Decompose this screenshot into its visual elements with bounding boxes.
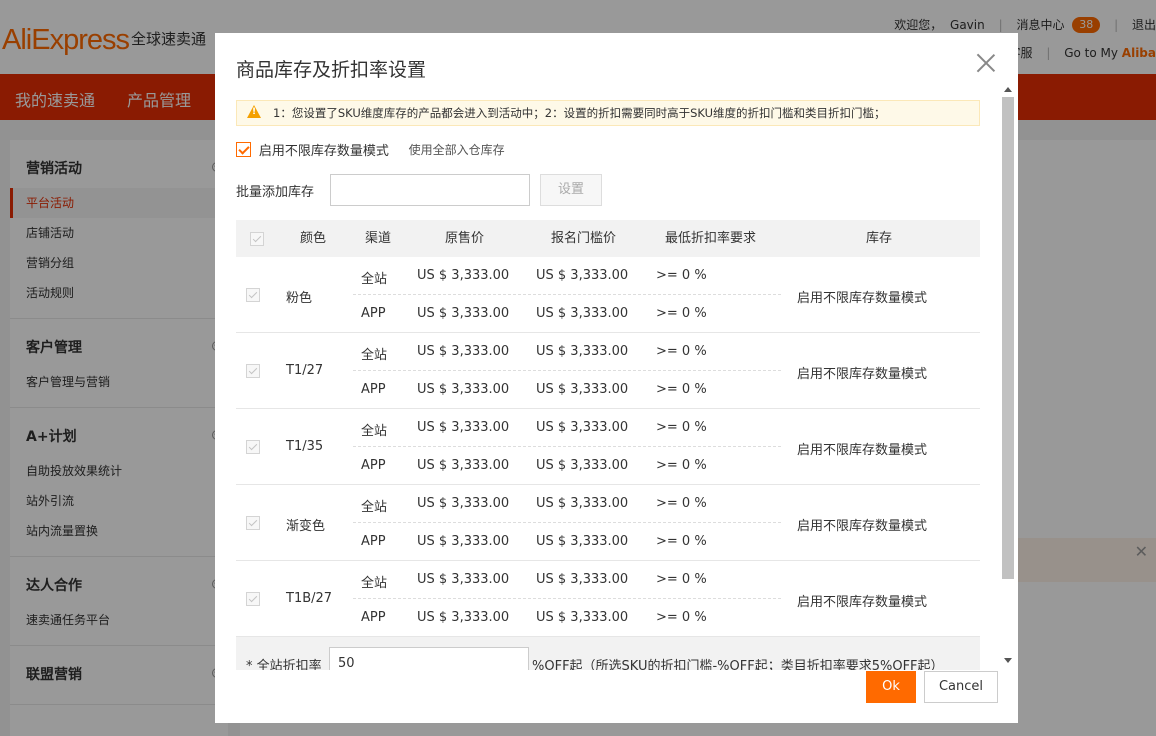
- close-icon[interactable]: [976, 53, 996, 73]
- min-discount: >= 0 %: [656, 306, 707, 321]
- table-row: T1/27 全站 US $ 3,333.00 US $ 3,333.00 >= …: [236, 333, 980, 409]
- site-discount-input[interactable]: 50: [329, 647, 529, 670]
- channel-name: 全站: [361, 272, 388, 287]
- unlimited-stock-label[interactable]: 启用不限库存数量模式: [259, 140, 389, 159]
- sku-color: 渐变色: [286, 519, 326, 534]
- stock-mode: 启用不限库存数量模式: [797, 291, 928, 306]
- table-header: 颜色 渠道 原售价 报名门槛价 最低折扣率要求 库存: [236, 220, 980, 257]
- min-discount: >= 0 %: [656, 268, 707, 283]
- table-row: 粉色 全站 US $ 3,333.00 US $ 3,333.00 >= 0 %…: [236, 257, 980, 333]
- threshold-price: US $ 3,333.00: [536, 268, 629, 283]
- row-checkbox[interactable]: [246, 364, 260, 378]
- channel-name: 全站: [361, 576, 388, 591]
- stock-mode: 启用不限库存数量模式: [797, 595, 928, 610]
- original-price: US $ 3,333.00: [417, 610, 510, 625]
- stock-mode: 启用不限库存数量模式: [797, 367, 928, 382]
- dialog-scrollbar[interactable]: [1001, 81, 1015, 669]
- site-discount-label: * 全站折扣率: [246, 659, 322, 670]
- table-row: T1/35 全站 US $ 3,333.00 US $ 3,333.00 >= …: [236, 409, 980, 485]
- dialog-title: 商品库存及折扣率设置: [236, 59, 427, 81]
- threshold-price: US $ 3,333.00: [536, 610, 629, 625]
- channel-divider: [353, 522, 781, 523]
- threshold-price: US $ 3,333.00: [536, 572, 629, 587]
- site-discount-hint: %OFF起（所选SKU的折扣门槛-%OFF起；类目折扣率要求5%OFF起）: [532, 659, 944, 670]
- channel-name: APP: [361, 382, 386, 397]
- original-price: US $ 3,333.00: [417, 420, 510, 435]
- original-price: US $ 3,333.00: [417, 458, 510, 473]
- use-all-warehouse-stock-link[interactable]: 使用全部入仓库存: [409, 141, 505, 158]
- inventory-discount-dialog: 商品库存及折扣率设置 ! 1：您设置了SKU维度库存的产品都会进入到活动中；2：…: [215, 33, 1018, 723]
- min-discount: >= 0 %: [656, 572, 707, 587]
- scroll-down-icon[interactable]: [1004, 658, 1012, 663]
- sku-color: 粉色: [286, 291, 313, 306]
- threshold-price: US $ 3,333.00: [536, 382, 629, 397]
- warning-triangle-icon: !: [247, 105, 261, 118]
- threshold-price: US $ 3,333.00: [536, 306, 629, 321]
- cancel-button[interactable]: Cancel: [924, 671, 998, 703]
- stock-mode: 启用不限库存数量模式: [797, 519, 928, 534]
- column-header-color: 颜色: [300, 231, 327, 246]
- scrollbar-thumb[interactable]: [1002, 97, 1014, 579]
- channel-name: APP: [361, 306, 386, 321]
- stock-mode: 启用不限库存数量模式: [797, 443, 928, 458]
- sku-table: 颜色 渠道 原售价 报名门槛价 最低折扣率要求 库存 粉色 全站 US $ 3,…: [236, 220, 980, 670]
- min-discount: >= 0 %: [656, 420, 707, 435]
- batch-stock-label: 批量添加库存: [236, 185, 315, 200]
- site-discount-row: * 全站折扣率 50 %OFF起（所选SKU的折扣门槛-%OFF起；类目折扣率要…: [236, 637, 980, 670]
- batch-stock-input[interactable]: [330, 174, 530, 206]
- channel-divider: [353, 370, 781, 371]
- channel-divider: [353, 598, 781, 599]
- batch-set-button[interactable]: 设置: [540, 174, 602, 206]
- original-price: US $ 3,333.00: [417, 306, 510, 321]
- dialog-body: ! 1：您设置了SKU维度库存的产品都会进入到活动中；2：设置的折扣需要同时高于…: [236, 100, 1001, 670]
- threshold-price: US $ 3,333.00: [536, 534, 629, 549]
- sku-color: T1B/27: [286, 591, 333, 606]
- column-header-min-discount: 最低折扣率要求: [665, 231, 757, 246]
- table-row: 渐变色 全站 US $ 3,333.00 US $ 3,333.00 >= 0 …: [236, 485, 980, 561]
- min-discount: >= 0 %: [656, 382, 707, 397]
- ok-button[interactable]: Ok: [866, 671, 916, 703]
- original-price: US $ 3,333.00: [417, 572, 510, 587]
- column-header-threshold: 报名门槛价: [551, 231, 617, 246]
- min-discount: >= 0 %: [656, 458, 707, 473]
- original-price: US $ 3,333.00: [417, 534, 510, 549]
- sku-color: T1/27: [286, 363, 324, 378]
- channel-name: 全站: [361, 424, 388, 439]
- channel-divider: [353, 294, 781, 295]
- column-header-price: 原售价: [445, 231, 485, 246]
- threshold-price: US $ 3,333.00: [536, 344, 629, 359]
- notice-text: 1：您设置了SKU维度库存的产品都会进入到活动中；2：设置的折扣需要同时高于SK…: [273, 106, 886, 120]
- threshold-price: US $ 3,333.00: [536, 458, 629, 473]
- table-row: T1B/27 全站 US $ 3,333.00 US $ 3,333.00 >=…: [236, 561, 980, 637]
- row-checkbox[interactable]: [246, 288, 260, 302]
- threshold-price: US $ 3,333.00: [536, 420, 629, 435]
- channel-divider: [353, 446, 781, 447]
- row-checkbox[interactable]: [246, 516, 260, 530]
- min-discount: >= 0 %: [656, 344, 707, 359]
- unlimited-stock-checkbox[interactable]: [236, 142, 251, 157]
- select-all-checkbox[interactable]: [250, 232, 264, 246]
- original-price: US $ 3,333.00: [417, 268, 510, 283]
- column-header-stock: 库存: [866, 231, 893, 246]
- column-header-channel: 渠道: [365, 231, 392, 246]
- notice-bar: ! 1：您设置了SKU维度库存的产品都会进入到活动中；2：设置的折扣需要同时高于…: [236, 100, 980, 126]
- channel-name: 全站: [361, 348, 388, 363]
- threshold-price: US $ 3,333.00: [536, 496, 629, 511]
- channel-name: APP: [361, 534, 386, 549]
- min-discount: >= 0 %: [656, 534, 707, 549]
- min-discount: >= 0 %: [656, 610, 707, 625]
- channel-name: APP: [361, 610, 386, 625]
- sku-color: T1/35: [286, 439, 324, 454]
- scroll-up-icon[interactable]: [1004, 87, 1012, 92]
- original-price: US $ 3,333.00: [417, 344, 510, 359]
- row-checkbox[interactable]: [246, 592, 260, 606]
- channel-name: APP: [361, 458, 386, 473]
- row-checkbox[interactable]: [246, 440, 260, 454]
- original-price: US $ 3,333.00: [417, 496, 510, 511]
- channel-name: 全站: [361, 500, 388, 515]
- unlimited-stock-option: 启用不限库存数量模式 使用全部入仓库存: [236, 140, 505, 159]
- min-discount: >= 0 %: [656, 496, 707, 511]
- original-price: US $ 3,333.00: [417, 382, 510, 397]
